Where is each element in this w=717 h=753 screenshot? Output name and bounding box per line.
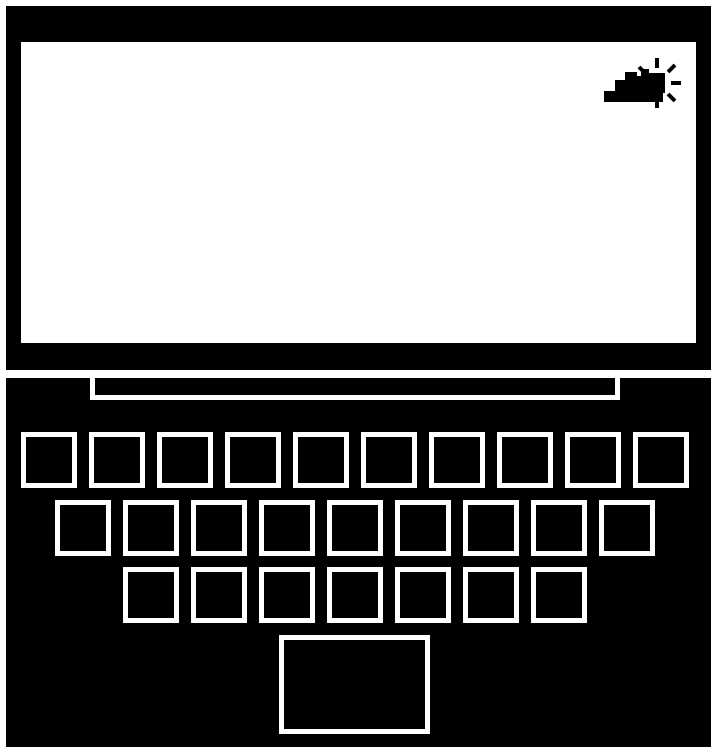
keyboard-key[interactable] bbox=[463, 500, 519, 556]
keyboard-key[interactable] bbox=[599, 500, 655, 556]
keyboard-key[interactable] bbox=[361, 432, 417, 488]
keyboard-key[interactable] bbox=[395, 500, 451, 556]
laptop-base bbox=[6, 376, 711, 747]
keyboard-key[interactable] bbox=[225, 432, 281, 488]
keyboard-key[interactable] bbox=[21, 432, 77, 488]
keyboard-key[interactable] bbox=[191, 567, 247, 623]
keyboard-key[interactable] bbox=[531, 500, 587, 556]
laptop-screen bbox=[21, 42, 696, 343]
keyboard-key[interactable] bbox=[463, 567, 519, 623]
keyboard-key[interactable] bbox=[191, 500, 247, 556]
keyboard-key[interactable] bbox=[123, 567, 179, 623]
trackpad[interactable] bbox=[279, 635, 430, 734]
keyboard-key[interactable] bbox=[259, 500, 315, 556]
keyboard-key[interactable] bbox=[293, 432, 349, 488]
keyboard-key[interactable] bbox=[429, 432, 485, 488]
keyboard-key[interactable] bbox=[565, 432, 621, 488]
keyboard-key[interactable] bbox=[157, 432, 213, 488]
laptop-lid bbox=[6, 6, 711, 370]
keyboard-key[interactable] bbox=[395, 567, 451, 623]
keyboard-key[interactable] bbox=[531, 567, 587, 623]
keyboard-key[interactable] bbox=[327, 567, 383, 623]
keyboard-key[interactable] bbox=[123, 500, 179, 556]
keyboard-key[interactable] bbox=[327, 500, 383, 556]
keyboard-key[interactable] bbox=[259, 567, 315, 623]
keyboard-key[interactable] bbox=[89, 432, 145, 488]
keyboard-key[interactable] bbox=[55, 500, 111, 556]
keyboard-key[interactable] bbox=[497, 432, 553, 488]
keyboard-key[interactable] bbox=[633, 432, 689, 488]
cloud-sun-icon bbox=[604, 58, 681, 108]
